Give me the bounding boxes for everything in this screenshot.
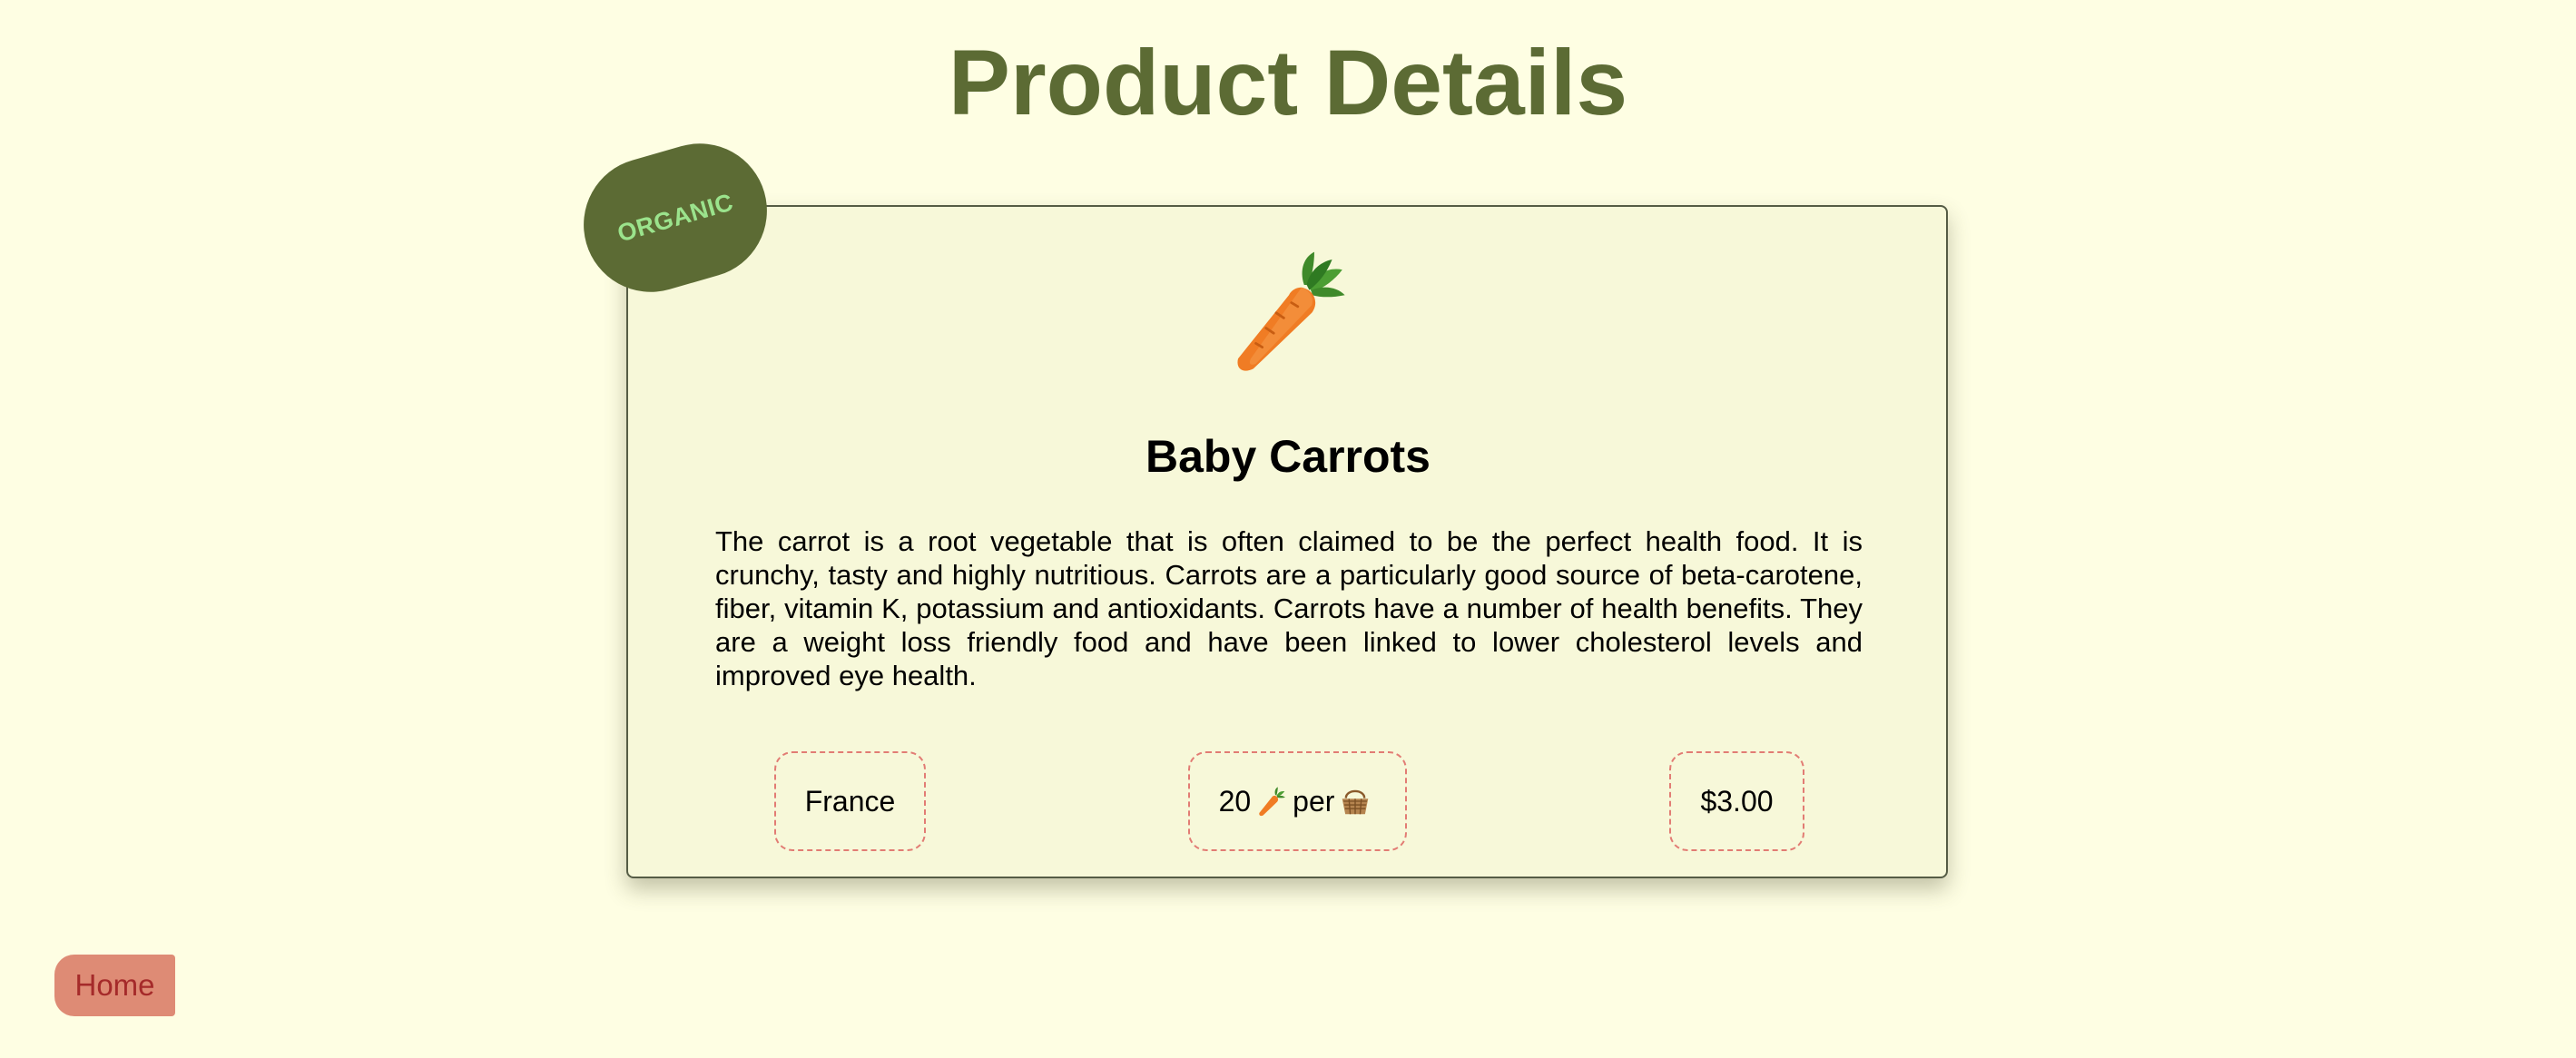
origin-value: France (804, 784, 896, 818)
price-value: $3.00 (1700, 784, 1774, 818)
origin-box: France (774, 751, 926, 851)
product-name: Baby Carrots (1145, 431, 1431, 482)
organic-badge-label: ORGANIC (614, 188, 736, 247)
carrot-icon (1237, 251, 1345, 371)
price-box: $3.00 (1669, 751, 1804, 851)
product-description: The carrot is a root vegetable that is o… (715, 525, 1863, 691)
basket-icon (1342, 789, 1369, 815)
home-button[interactable]: Home (54, 955, 175, 1016)
carrot-icon (1259, 787, 1286, 817)
quantity-count: 20 (1218, 784, 1252, 818)
page-title: Product Details (948, 31, 1628, 134)
quantity-per-label: per (1293, 784, 1335, 818)
quantity-box: 20 per (1188, 751, 1407, 851)
